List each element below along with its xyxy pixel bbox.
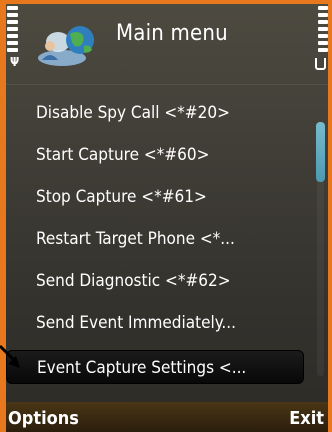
menu-item-restart-target-phone[interactable]: Restart Target Phone <*... bbox=[6, 222, 304, 256]
scrollbar-thumb[interactable] bbox=[316, 122, 325, 182]
phone-screen: Ψ Main menu Disable Spy Call <*#20> Star… bbox=[6, 4, 328, 432]
antenna-icon: Ψ bbox=[10, 55, 20, 69]
menu-item-send-event-immediately[interactable]: Send Event Immediately... bbox=[6, 306, 304, 340]
menu-item-start-capture[interactable]: Start Capture <*#60> bbox=[6, 138, 304, 172]
menu-item-disable-spy-call[interactable]: Disable Spy Call <*#20> bbox=[6, 96, 304, 130]
globe-user-icon bbox=[38, 26, 94, 66]
battery-level-bars bbox=[316, 4, 328, 66]
exit-softkey[interactable]: Exit bbox=[289, 408, 324, 429]
header-divider bbox=[6, 84, 328, 85]
battery-icon bbox=[315, 58, 326, 70]
pointer-arrow-icon bbox=[0, 344, 20, 368]
menu-item-send-diagnostic[interactable]: Send Diagnostic <*#62> bbox=[6, 264, 304, 298]
menu-item-stop-capture[interactable]: Stop Capture <*#61> bbox=[6, 180, 304, 214]
options-softkey[interactable]: Options bbox=[8, 408, 79, 429]
page-title: Main menu bbox=[116, 21, 228, 46]
softkey-bar: Options Exit bbox=[6, 402, 328, 432]
menu-item-event-capture-settings[interactable]: Event Capture Settings <... bbox=[6, 350, 304, 384]
